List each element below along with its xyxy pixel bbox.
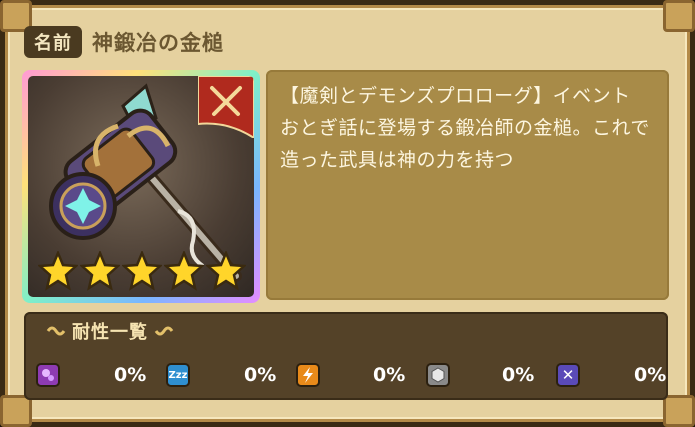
resistance-header: 耐性一覧 [46,318,174,344]
rarity-stars [38,251,246,291]
star-icon [206,251,246,291]
resistance-title: 耐性一覧 [72,322,148,343]
sleep-zzz-icon: Zzz [166,363,190,387]
frame-corner-bottom-right [663,395,695,427]
resistance-item-stone [426,362,450,388]
resistance-list: 0% Zzz 0% 0% 0% ✕ 0% [36,362,668,388]
star-icon [80,251,120,291]
resistance-value-seal: 0% [634,364,667,386]
resistance-value-sleep: 0% [244,364,277,386]
ornament-left-icon [46,326,66,336]
stone-hexagon-icon [426,363,450,387]
poison-bubbles-icon [36,363,60,387]
resistance-item-sleep: Zzz [166,362,190,388]
frame-corner-bottom-left [0,395,32,427]
resistance-item-poison [36,362,60,388]
resistance-value-poison: 0% [114,364,147,386]
star-icon [122,251,162,291]
star-icon [38,251,78,291]
title-row: 名前 神鍛冶の金槌 [24,26,224,58]
item-art-frame[interactable] [22,70,260,303]
cross-x-icon: ✕ [556,363,580,387]
item-description: 【魔剣とデモンズプロローグ】イベント おとぎ話に登場する鍛冶師の金槌。これで造っ… [280,85,650,171]
item-description-box: 【魔剣とデモンズプロローグ】イベント おとぎ話に登場する鍛冶師の金槌。これで造っ… [266,70,669,300]
lightning-icon [296,363,320,387]
resistance-item-seal: ✕ [556,362,580,388]
resistance-value-stone: 0% [502,364,535,386]
resistance-value-paralysis: 0% [373,364,406,386]
resistance-panel: 耐性一覧 0% Zzz 0% 0% 0% ✕ 0% [24,312,668,400]
frame-corner-top-right [663,0,695,32]
resistance-item-paralysis [296,362,320,388]
weapon-type-badge [198,76,254,138]
name-tag: 名前 [24,26,82,58]
ornament-right-icon [154,326,174,336]
item-name: 神鍛冶の金槌 [92,31,224,55]
item-art [28,76,254,297]
star-icon [164,251,204,291]
